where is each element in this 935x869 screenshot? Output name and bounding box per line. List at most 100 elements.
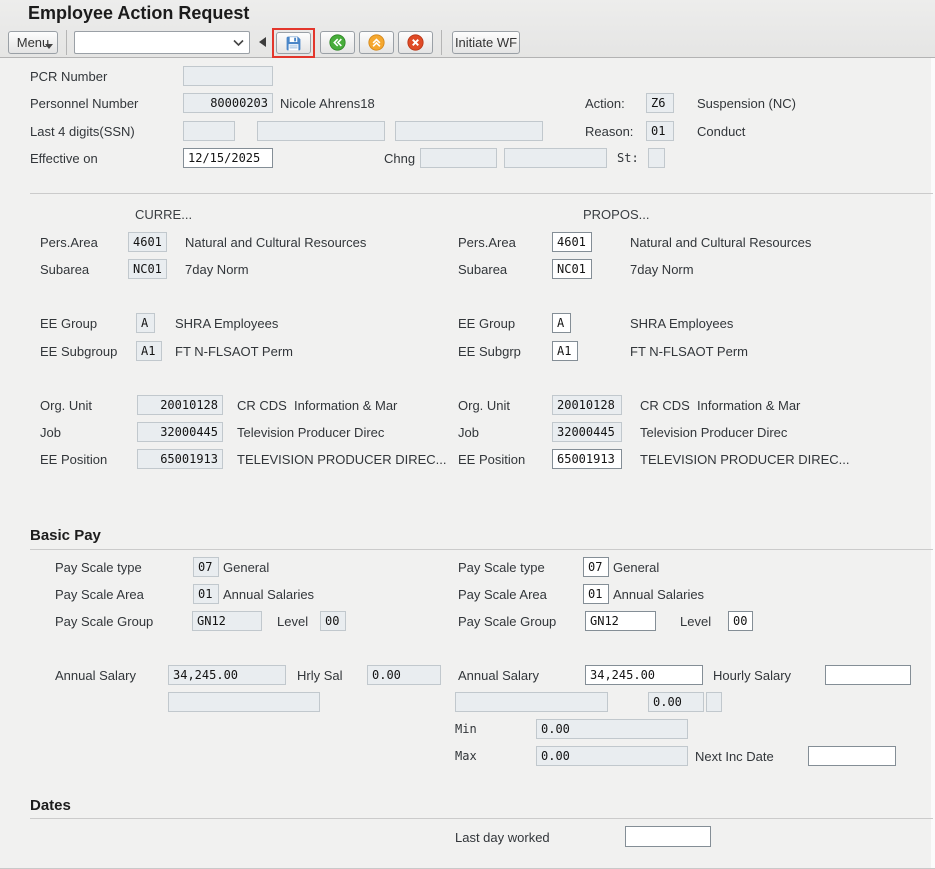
st-label: St:	[617, 151, 639, 165]
current-pay-scale-group-field: GN12	[192, 611, 262, 631]
employee-name: Nicole Ahrens18	[280, 96, 375, 111]
proposed-ee-position-field[interactable]: 65001913	[552, 449, 622, 469]
proposed-pay-scale-type-label: Pay Scale type	[458, 560, 545, 575]
current-ee-position-field: 65001913	[137, 449, 223, 469]
proposed-ee-position-text: TELEVISION PRODUCER DIREC...	[640, 452, 849, 467]
proposed-ee-group-text: SHRA Employees	[630, 316, 733, 331]
menu-button[interactable]: Menu	[8, 31, 58, 54]
ssn-field-1	[183, 121, 235, 141]
proposed-job-label: Job	[458, 425, 479, 440]
current-org-unit-label: Org. Unit	[40, 398, 92, 413]
page-title: Employee Action Request	[28, 3, 249, 24]
current-pay-scale-group-label: Pay Scale Group	[55, 614, 153, 629]
basic-pay-divider	[30, 549, 933, 550]
proposed-org-unit-field: 20010128	[552, 395, 622, 415]
current-pers-area-field: 4601	[128, 232, 167, 252]
section-divider	[30, 193, 933, 194]
current-pay-scale-area-text: Annual Salaries	[223, 587, 314, 602]
chng-field-2	[504, 148, 607, 168]
transaction-combobox[interactable]	[74, 31, 250, 54]
current-pay-scale-type-text: General	[223, 560, 269, 575]
current-pay-scale-area-field: 01	[193, 584, 219, 604]
current-hourly-salary-label: Hrly Sal	[297, 668, 343, 683]
proposed-annual-salary-label: Annual Salary	[458, 668, 539, 683]
next-inc-date-label: Next Inc Date	[695, 749, 774, 764]
current-subarea-text: 7day Norm	[185, 262, 249, 277]
proposed-org-unit-text: CR CDS Information & Mar	[640, 398, 800, 413]
initiate-wf-button[interactable]: Initiate WF	[452, 31, 520, 54]
proposed-subarea-label: Subarea	[458, 262, 507, 277]
current-job-text: Television Producer Direc	[237, 425, 384, 440]
proposed-pers-area-label: Pers.Area	[458, 235, 516, 250]
proposed-hourly-salary-field[interactable]	[825, 665, 911, 685]
current-pay-scale-type-label: Pay Scale type	[55, 560, 142, 575]
chng-label: Chng	[384, 151, 415, 166]
proposed-column-header: PROPOS...	[583, 207, 649, 222]
current-org-unit-text: CR CDS Information & Mar	[237, 398, 397, 413]
proposed-ee-subgroup-label: EE Subgrp	[458, 344, 521, 359]
cancel-icon	[407, 34, 424, 51]
right-edge-strip	[931, 58, 935, 869]
current-subarea-label: Subarea	[40, 262, 89, 277]
current-salary-extra-field	[168, 692, 320, 712]
chevron-down-icon	[233, 39, 244, 47]
proposed-ee-position-label: EE Position	[458, 452, 525, 467]
proposed-annual-salary-field[interactable]: 34,245.00	[585, 665, 703, 685]
current-ee-position-label: EE Position	[40, 452, 107, 467]
cancel-button[interactable]	[398, 31, 433, 54]
current-level-label: Level	[277, 614, 308, 629]
proposed-pay-scale-area-field[interactable]: 01	[583, 584, 609, 604]
proposed-pers-area-field[interactable]: 4601	[552, 232, 592, 252]
effective-on-field[interactable]: 12/15/2025	[183, 148, 273, 168]
proposed-ee-group-field[interactable]: A	[552, 313, 571, 333]
min-field: 0.00	[536, 719, 688, 739]
max-label: Max	[455, 749, 477, 763]
ssn-field-3	[395, 121, 543, 141]
personnel-number-field: 80000203	[183, 93, 273, 113]
header-bar: Employee Action Request Menu	[0, 0, 935, 58]
save-button[interactable]	[276, 32, 311, 54]
proposed-pay-scale-type-field[interactable]: 07	[583, 557, 609, 577]
basic-pay-heading: Basic Pay	[30, 527, 101, 544]
current-pers-area-text: Natural and Cultural Resources	[185, 235, 366, 250]
save-button-highlight	[272, 28, 315, 58]
menu-dropdown-icon	[45, 44, 53, 49]
current-job-label: Job	[40, 425, 61, 440]
proposed-pay-scale-group-field[interactable]: GN12	[585, 611, 656, 631]
employee-action-request-window: Employee Action Request Menu	[0, 0, 935, 869]
dates-divider	[30, 818, 933, 819]
dates-heading: Dates	[30, 797, 71, 814]
proposed-amount-field: 0.00	[648, 692, 704, 712]
back-button[interactable]	[320, 31, 355, 54]
current-pay-scale-area-label: Pay Scale Area	[55, 587, 144, 602]
reason-label: Reason:	[585, 124, 633, 139]
proposed-org-unit-label: Org. Unit	[458, 398, 510, 413]
proposed-pay-scale-area-text: Annual Salaries	[613, 587, 704, 602]
personnel-number-label: Personnel Number	[30, 96, 138, 111]
proposed-level-field[interactable]: 00	[728, 611, 753, 631]
next-inc-date-field[interactable]	[808, 746, 896, 766]
ssn-field-2	[257, 121, 385, 141]
proposed-job-field: 32000445	[552, 422, 622, 442]
collapse-left-icon[interactable]	[259, 37, 266, 47]
proposed-subarea-field[interactable]: NC01	[552, 259, 592, 279]
reason-text: Conduct	[697, 124, 745, 139]
last-day-worked-field[interactable]	[625, 826, 711, 847]
last-day-worked-label: Last day worked	[455, 830, 550, 845]
up-button[interactable]	[359, 31, 394, 54]
proposed-amount-unit-field	[706, 692, 722, 712]
ssn-label: Last 4 digits(SSN)	[30, 124, 135, 139]
effective-on-label: Effective on	[30, 151, 98, 166]
current-ee-position-text: TELEVISION PRODUCER DIREC...	[237, 452, 446, 467]
current-ee-group-label: EE Group	[40, 316, 97, 331]
proposed-pay-scale-area-label: Pay Scale Area	[458, 587, 547, 602]
proposed-pay-scale-type-text: General	[613, 560, 659, 575]
pcr-number-label: PCR Number	[30, 69, 107, 84]
proposed-pay-scale-group-label: Pay Scale Group	[458, 614, 556, 629]
pcr-number-field	[183, 66, 273, 86]
proposed-ee-subgroup-field[interactable]: A1	[552, 341, 578, 361]
current-pers-area-label: Pers.Area	[40, 235, 98, 250]
current-annual-salary-field: 34,245.00	[168, 665, 286, 685]
current-ee-subgroup-text: FT N-FLSAOT Perm	[175, 344, 293, 359]
proposed-level-label: Level	[680, 614, 711, 629]
